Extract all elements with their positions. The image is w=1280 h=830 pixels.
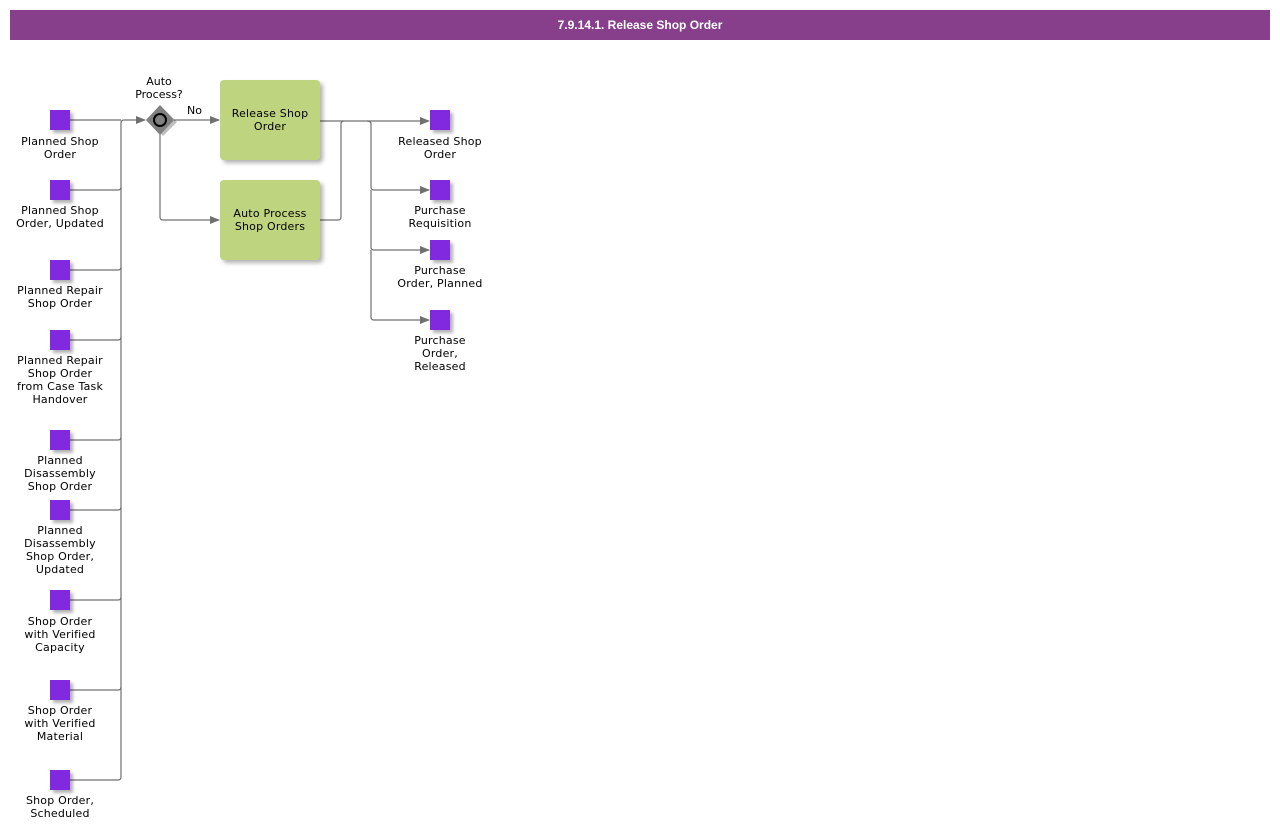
connector-task-auto [320,120,345,221]
connector-input-3 [70,266,122,271]
gateway-no-label: No [187,104,202,117]
input-event-label: Planned Shop Order [21,135,99,161]
output-event-label: Purchase Order, Released [414,334,466,373]
input-event-label: Planned Repair Shop Order from Case Task… [16,354,104,406]
input-event-8[interactable] [50,680,70,700]
task-release-shop-order[interactable]: Release Shop Order [220,80,320,160]
input-event-label: Planned Disassembly Shop Order [24,454,96,493]
input-event-label: Planned Shop Order, Updated [16,204,104,230]
input-event-6[interactable] [50,500,70,520]
input-event-1[interactable] [50,110,70,130]
task-label: Release Shop Order [231,107,309,133]
connector-input-4 [70,336,122,341]
input-event-label: Planned Repair Shop Order [17,284,103,310]
connector-input-7 [70,596,122,601]
output-event-3[interactable] [430,240,450,260]
flow-connectors [70,105,430,781]
output-event-1[interactable] [430,110,450,130]
gateway-label: Auto Process? [135,75,183,101]
input-event-2[interactable] [50,180,70,200]
input-event-5[interactable] [50,430,70,450]
output-event-4[interactable] [430,310,450,330]
input-event-label: Shop Order with Verified Material [24,704,96,743]
connector-input-5 [70,436,122,441]
input-event-4[interactable] [50,330,70,350]
input-event-7[interactable] [50,590,70,610]
input-event-label: Shop Order with Verified Capacity [24,615,96,654]
connector-input-2 [70,186,122,191]
connector-input-6 [70,506,122,511]
input-event-3[interactable] [50,260,70,280]
input-event-label: Shop Order, Scheduled [25,794,95,820]
input-event-9[interactable] [50,770,70,790]
output-event-label: Purchase Order, Planned [397,264,483,290]
output-event-label: Purchase Requisition [408,204,472,230]
output-event-label: Released Shop Order [398,135,482,161]
connector-gateway-yes [159,134,220,224]
task-auto-process-shop-orders[interactable]: Auto Process Shop Orders [220,180,320,260]
output-event-2[interactable] [430,180,450,200]
connector-input-8 [70,686,122,691]
task-label: Auto Process Shop Orders [233,207,307,233]
exclusive-gateway-icon [146,105,177,136]
input-event-label: Planned Disassembly Shop Order, Updated [24,524,96,576]
